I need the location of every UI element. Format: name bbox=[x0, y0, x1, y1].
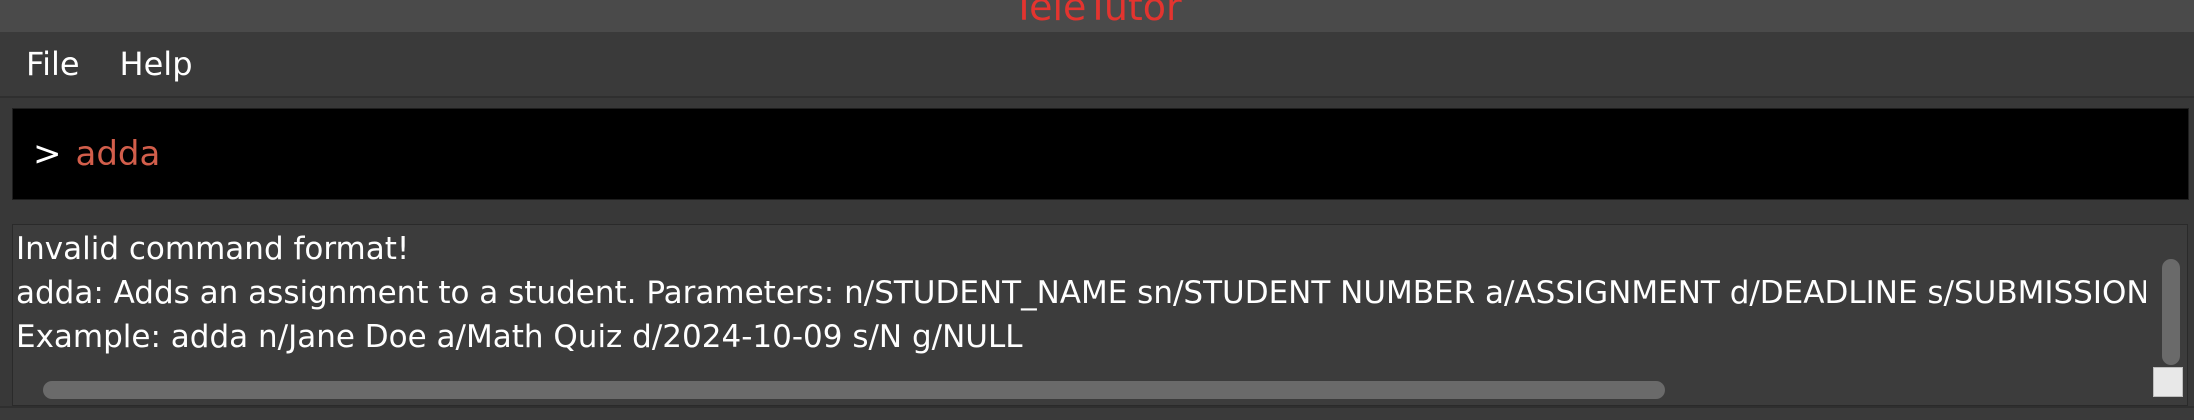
result-line-3: Example: adda n/Jane Doe a/Math Quiz d/2… bbox=[16, 319, 1023, 355]
window-title: TeleTutor bbox=[1012, 0, 1182, 29]
scroll-corner bbox=[2153, 367, 2183, 397]
command-box[interactable]: > bbox=[12, 108, 2189, 200]
result-display-container: Invalid command format! adda: Adds an ass… bbox=[0, 210, 2194, 420]
command-prompt: > bbox=[33, 134, 62, 174]
menu-help[interactable]: Help bbox=[100, 32, 213, 96]
title-bar[interactable]: TeleTutor bbox=[0, 0, 2194, 32]
menu-bar: File Help bbox=[0, 32, 2194, 98]
result-line-1: Invalid command format! bbox=[16, 231, 410, 267]
vertical-scrollbar-thumb[interactable] bbox=[2162, 259, 2180, 365]
result-text: Invalid command format! adda: Adds an ass… bbox=[16, 227, 2146, 359]
menu-file[interactable]: File bbox=[6, 32, 100, 96]
result-line-2: adda: Adds an assignment to a student. P… bbox=[16, 275, 2146, 311]
result-display[interactable]: Invalid command format! adda: Adds an ass… bbox=[12, 224, 2188, 406]
status-strip bbox=[0, 406, 2194, 420]
horizontal-scrollbar-thumb[interactable] bbox=[43, 381, 1665, 399]
command-box-container: > bbox=[0, 98, 2194, 210]
command-input[interactable] bbox=[75, 134, 2076, 174]
app-window: TeleTutor File Help > Invalid command fo… bbox=[0, 0, 2194, 420]
